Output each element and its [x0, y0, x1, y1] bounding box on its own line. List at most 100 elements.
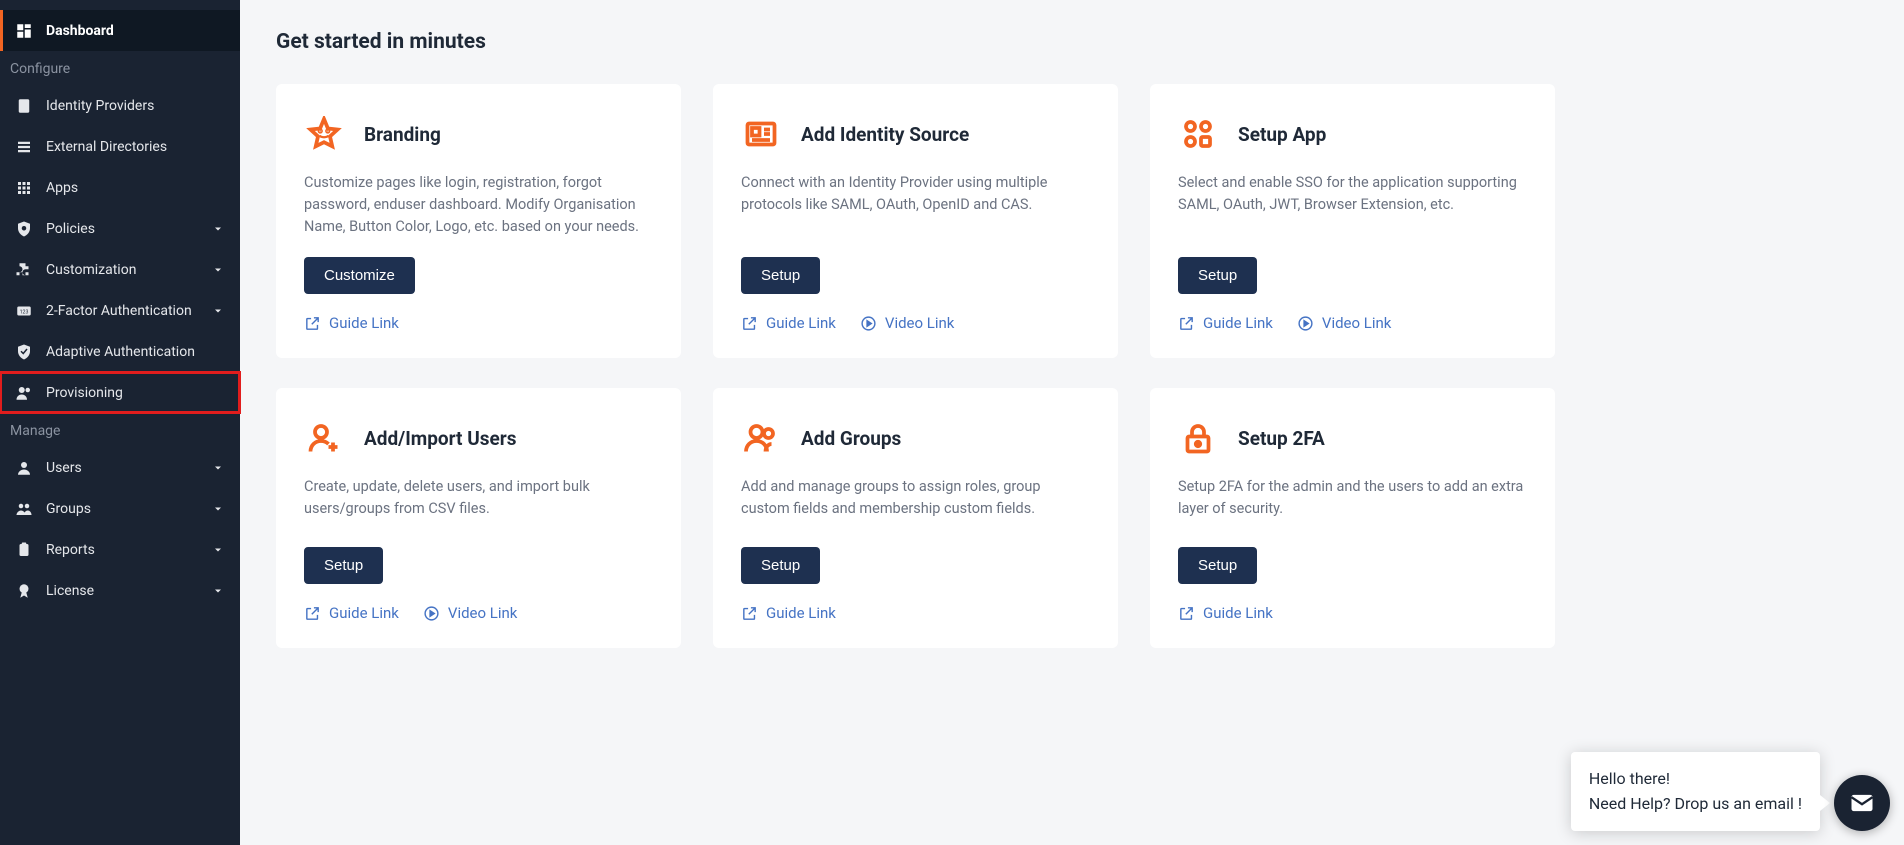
user-icon — [14, 458, 34, 478]
card-title: Add/Import Users — [364, 427, 516, 450]
sidebar-item-dashboard[interactable]: Dashboard — [0, 10, 240, 51]
sidebar-label: Reports — [46, 542, 95, 558]
card-desc: Setup 2FA for the admin and the users to… — [1178, 476, 1527, 520]
user-plus-icon — [304, 418, 344, 458]
sidebar-label: Apps — [46, 180, 78, 196]
guide-link[interactable]: Guide Link — [1178, 604, 1273, 622]
sidebar-item-provisioning[interactable]: Provisioning — [0, 372, 240, 413]
sidebar-label: Provisioning — [46, 385, 123, 401]
setup-button[interactable]: Setup — [1178, 547, 1257, 584]
setup-button[interactable]: Setup — [741, 547, 820, 584]
cards-grid: Branding Customize pages like login, reg… — [276, 84, 1868, 648]
page-title: Get started in minutes — [276, 30, 1868, 54]
sidebar-item-identity-providers[interactable]: Identity Providers — [0, 85, 240, 126]
gear-shield-icon — [14, 219, 34, 239]
play-circle-icon — [860, 315, 877, 332]
card-desc: Customize pages like login, registration… — [304, 172, 653, 237]
sidebar-section-manage: Manage — [0, 413, 240, 447]
sidebar-label: Customization — [46, 262, 136, 278]
external-link-icon — [741, 315, 758, 332]
sidebar-label: 2-Factor Authentication — [46, 303, 192, 319]
card-identity-source: Add Identity Source Connect with an Iden… — [713, 84, 1118, 358]
setup-button[interactable]: Setup — [741, 257, 820, 294]
chat-button[interactable] — [1834, 775, 1890, 831]
card-desc: Select and enable SSO for the applicatio… — [1178, 172, 1527, 216]
sidebar-item-users[interactable]: Users — [0, 447, 240, 488]
users-gear-icon — [14, 383, 34, 403]
card-title: Branding — [364, 123, 441, 146]
card-title: Add Identity Source — [801, 123, 969, 146]
chevron-down-icon — [212, 543, 226, 557]
card-title: Setup 2FA — [1238, 427, 1325, 450]
code-box-icon: 123 — [14, 301, 34, 321]
customize-button[interactable]: Customize — [304, 257, 415, 294]
apps-icon — [1178, 114, 1218, 154]
chevron-down-icon — [212, 461, 226, 475]
sidebar-item-adaptive-auth[interactable]: Adaptive Authentication — [0, 331, 240, 372]
chevron-down-icon — [212, 584, 226, 598]
sidebar-item-reports[interactable]: Reports — [0, 529, 240, 570]
card-branding: Branding Customize pages like login, reg… — [276, 84, 681, 358]
play-circle-icon — [1297, 315, 1314, 332]
guide-link[interactable]: Guide Link — [741, 604, 836, 622]
video-link[interactable]: Video Link — [860, 314, 955, 332]
id-badge-icon — [14, 96, 34, 116]
video-link[interactable]: Video Link — [1297, 314, 1392, 332]
list-icon — [14, 137, 34, 157]
sidebar: Dashboard Configure Identity Providers E… — [0, 0, 240, 845]
sidebar-section-configure: Configure — [0, 51, 240, 85]
sidebar-item-apps[interactable]: Apps — [0, 167, 240, 208]
chevron-down-icon — [212, 263, 226, 277]
sidebar-item-groups[interactable]: Groups — [0, 488, 240, 529]
play-circle-icon — [423, 605, 440, 622]
shield-check-icon — [14, 342, 34, 362]
setup-button[interactable]: Setup — [304, 547, 383, 584]
svg-text:123: 123 — [20, 309, 29, 315]
guide-link[interactable]: Guide Link — [1178, 314, 1273, 332]
card-title: Setup App — [1238, 123, 1326, 146]
chevron-down-icon — [212, 502, 226, 516]
sidebar-label: Adaptive Authentication — [46, 344, 195, 360]
chat-line1: Hello there! — [1589, 766, 1802, 792]
card-desc: Connect with an Identity Provider using … — [741, 172, 1090, 216]
dashboard-icon — [14, 21, 34, 41]
award-icon — [14, 581, 34, 601]
mail-icon — [1848, 789, 1876, 817]
clipboard-icon — [14, 540, 34, 560]
sidebar-label: License — [46, 583, 94, 599]
card-title: Add Groups — [801, 427, 901, 450]
users-icon — [14, 499, 34, 519]
lock-icon — [1178, 418, 1218, 458]
sidebar-label: Groups — [46, 501, 91, 517]
sidebar-label: Users — [46, 460, 82, 476]
external-link-icon — [1178, 315, 1195, 332]
card-import-users: Add/Import Users Create, update, delete … — [276, 388, 681, 648]
main-content: Get started in minutes Branding Customiz… — [240, 0, 1904, 845]
card-setup-app: Setup App Select and enable SSO for the … — [1150, 84, 1555, 358]
id-card-icon — [741, 114, 781, 154]
sidebar-item-license[interactable]: License — [0, 570, 240, 611]
guide-link[interactable]: Guide Link — [304, 604, 399, 622]
external-link-icon — [304, 605, 321, 622]
chevron-down-icon — [212, 304, 226, 318]
sidebar-label: Dashboard — [46, 23, 114, 39]
users-icon — [741, 418, 781, 458]
card-setup-2fa: Setup 2FA Setup 2FA for the admin and th… — [1150, 388, 1555, 648]
grid-icon — [14, 178, 34, 198]
video-link[interactable]: Video Link — [423, 604, 518, 622]
sidebar-label: Policies — [46, 221, 95, 237]
card-add-groups: Add Groups Add and manage groups to assi… — [713, 388, 1118, 648]
sidebar-item-customization[interactable]: Customization — [0, 249, 240, 290]
guide-link[interactable]: Guide Link — [741, 314, 836, 332]
card-desc: Add and manage groups to assign roles, g… — [741, 476, 1090, 520]
sidebar-label: Identity Providers — [46, 98, 154, 114]
sidebar-item-external-directories[interactable]: External Directories — [0, 126, 240, 167]
external-link-icon — [741, 605, 758, 622]
chat-line2: Need Help? Drop us an email ! — [1589, 791, 1802, 817]
external-link-icon — [304, 315, 321, 332]
chat-tooltip: Hello there! Need Help? Drop us an email… — [1571, 752, 1820, 831]
setup-button[interactable]: Setup — [1178, 257, 1257, 294]
sidebar-item-2fa[interactable]: 123 2-Factor Authentication — [0, 290, 240, 331]
sidebar-item-policies[interactable]: Policies — [0, 208, 240, 249]
guide-link[interactable]: Guide Link — [304, 314, 399, 332]
